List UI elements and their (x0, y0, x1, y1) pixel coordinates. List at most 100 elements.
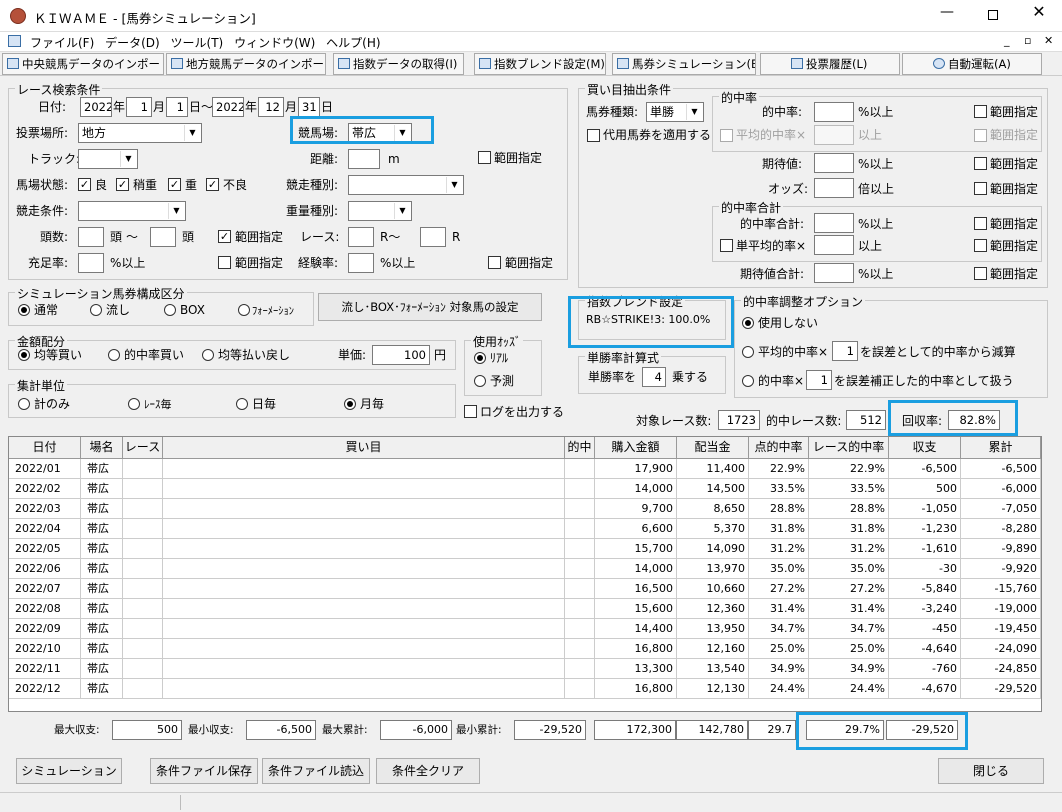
maximize-button[interactable] (978, 4, 1008, 26)
col-date[interactable]: 日付 (9, 437, 81, 459)
single-avg-input[interactable] (814, 235, 854, 255)
exp-rate-input[interactable] (348, 253, 374, 273)
distance-input[interactable] (348, 149, 380, 169)
result-table[interactable]: 日付 場名 レース 買い目 的中 購入金額 配当金 点的中率 レース的中率 収支… (8, 436, 1042, 712)
agg-day-radio[interactable] (236, 398, 248, 410)
heads-to-input[interactable] (150, 227, 176, 247)
fetch-index-button[interactable]: 指数データの取得(I) (333, 53, 464, 75)
save-conditions-button[interactable]: 条件ファイル保存 (150, 758, 258, 784)
mdi-close-icon[interactable]: ✕ (1044, 34, 1053, 47)
hit-range-checkbox[interactable] (974, 105, 987, 118)
output-log-checkbox[interactable] (464, 405, 477, 418)
col-hit[interactable]: 的中 (565, 437, 595, 459)
odds-range-checkbox[interactable] (974, 182, 987, 195)
odds-input[interactable] (814, 178, 854, 198)
equal-payout-radio[interactable] (202, 349, 214, 361)
equal-buy-radio[interactable] (18, 349, 30, 361)
avg-hit-input[interactable] (814, 125, 854, 145)
mdi-minimize-icon[interactable]: _ (1004, 34, 1010, 47)
struct-nagashi-radio[interactable] (90, 304, 102, 316)
adjust-none-radio[interactable] (742, 317, 754, 329)
win-rate-power-input[interactable]: 4 (642, 367, 666, 387)
race-from-input[interactable] (348, 227, 374, 247)
race-to-input[interactable] (420, 227, 446, 247)
cond-good-checkbox[interactable]: ✓ (78, 178, 91, 191)
single-avg-range-checkbox[interactable] (974, 239, 987, 252)
agg-race-radio[interactable] (128, 398, 140, 410)
month-from-input[interactable]: 1 (126, 97, 152, 117)
col-point-rate[interactable]: 点的中率 (749, 437, 809, 459)
ev-sum-input[interactable] (814, 263, 854, 283)
col-cumulative[interactable]: 累計 (961, 437, 1041, 459)
load-conditions-button[interactable]: 条件ファイル読込 (262, 758, 370, 784)
col-race-rate[interactable]: レース的中率 (809, 437, 889, 459)
odds-real-radio[interactable] (474, 352, 486, 364)
race-condition-select[interactable]: ▼ (78, 201, 186, 221)
ev-sum-range-checkbox[interactable] (974, 267, 987, 280)
bet-type-select[interactable]: 単勝 ▼ (646, 102, 704, 122)
hit-rate-input[interactable] (814, 102, 854, 122)
distance-range-checkbox[interactable] (478, 151, 491, 164)
avg-hit-checkbox[interactable] (720, 129, 733, 142)
struct-box-radio[interactable] (164, 304, 176, 316)
ev-range-checkbox[interactable] (974, 157, 987, 170)
import-central-button[interactable]: 中央競馬データのインポート(J) (2, 53, 164, 75)
blend-setting-button[interactable]: 指数ブレンド設定(M) (474, 53, 606, 75)
col-balance[interactable]: 収支 (889, 437, 961, 459)
day-to-input[interactable]: 31 (298, 97, 320, 117)
adjust-correct-radio[interactable] (742, 375, 754, 387)
substitute-checkbox[interactable] (587, 129, 600, 142)
adjust-subtract-radio[interactable] (742, 346, 754, 358)
menu-window[interactable]: ウィンドウ(W) (234, 32, 322, 51)
day-from-input[interactable]: 1 (166, 97, 188, 117)
close-window-button[interactable]: ✕ (1024, 2, 1054, 26)
struct-normal-radio[interactable] (18, 304, 30, 316)
col-purchase[interactable]: 購入金額 (595, 437, 677, 459)
agg-month-radio[interactable] (344, 398, 356, 410)
hit-sum-range-checkbox[interactable] (974, 217, 987, 230)
agg-total-radio[interactable] (18, 398, 30, 410)
avg-hit-range-checkbox[interactable] (974, 129, 987, 142)
col-payout[interactable]: 配当金 (677, 437, 749, 459)
cond-heavy-checkbox[interactable]: ✓ (168, 178, 181, 191)
col-race[interactable]: レース (123, 437, 163, 459)
simulation-tab-button[interactable]: 馬券シミュレーション(B) (612, 53, 756, 75)
odds-forecast-radio[interactable] (474, 375, 486, 387)
menu-file[interactable]: ファイル(F) (30, 32, 101, 51)
weight-type-select[interactable]: ▼ (348, 201, 412, 221)
hit-rate-buy-radio[interactable] (108, 349, 120, 361)
month-to-input[interactable]: 12 (258, 97, 284, 117)
fill-rate-input[interactable] (78, 253, 104, 273)
minimize-button[interactable]: — (932, 4, 962, 26)
single-avg-checkbox[interactable] (720, 239, 733, 252)
col-venue[interactable]: 場名 (81, 437, 123, 459)
mdi-restore-icon[interactable]: ▫ (1024, 34, 1031, 47)
expected-value-input[interactable] (814, 153, 854, 173)
clear-conditions-button[interactable]: 条件全クリア (376, 758, 480, 784)
vote-history-button[interactable]: 投票履歴(L) (760, 53, 900, 75)
cond-bad-checkbox[interactable]: ✓ (206, 178, 219, 191)
race-type-select[interactable]: ▼ (348, 175, 464, 195)
heads-range-checkbox[interactable]: ✓ (218, 230, 231, 243)
col-bet[interactable]: 買い目 (163, 437, 565, 459)
simulate-button[interactable]: シミュレーション (16, 758, 122, 784)
track-select[interactable]: 帯広 ▼ (348, 123, 412, 143)
menu-tools[interactable]: ツール(T) (171, 32, 231, 51)
track-type-select[interactable]: ▼ (78, 149, 138, 169)
cond-slightly-heavy-checkbox[interactable]: ✓ (116, 178, 129, 191)
year-from-input[interactable]: 2022 (80, 97, 112, 117)
adjust-correct-input[interactable]: 1 (806, 370, 832, 390)
venue-select[interactable]: 地方 ▼ (78, 123, 202, 143)
struct-formation-radio[interactable] (238, 304, 250, 316)
hit-sum-input[interactable] (814, 213, 854, 233)
menu-help[interactable]: ヘルプ(H) (326, 32, 387, 51)
menu-data[interactable]: データ(D) (105, 32, 167, 51)
target-horse-setting-button[interactable]: 流し･BOX･ﾌｫｰﾒｰｼｮﾝ 対象馬の設定 (318, 293, 542, 321)
unit-price-input[interactable]: 100 (372, 345, 430, 365)
exp-range-checkbox[interactable] (488, 256, 501, 269)
heads-from-input[interactable] (78, 227, 104, 247)
auto-run-button[interactable]: 自動運転(A) (902, 53, 1042, 75)
fill-range-checkbox[interactable] (218, 256, 231, 269)
adjust-subtract-input[interactable]: 1 (832, 341, 858, 361)
close-button[interactable]: 閉じる (938, 758, 1044, 784)
